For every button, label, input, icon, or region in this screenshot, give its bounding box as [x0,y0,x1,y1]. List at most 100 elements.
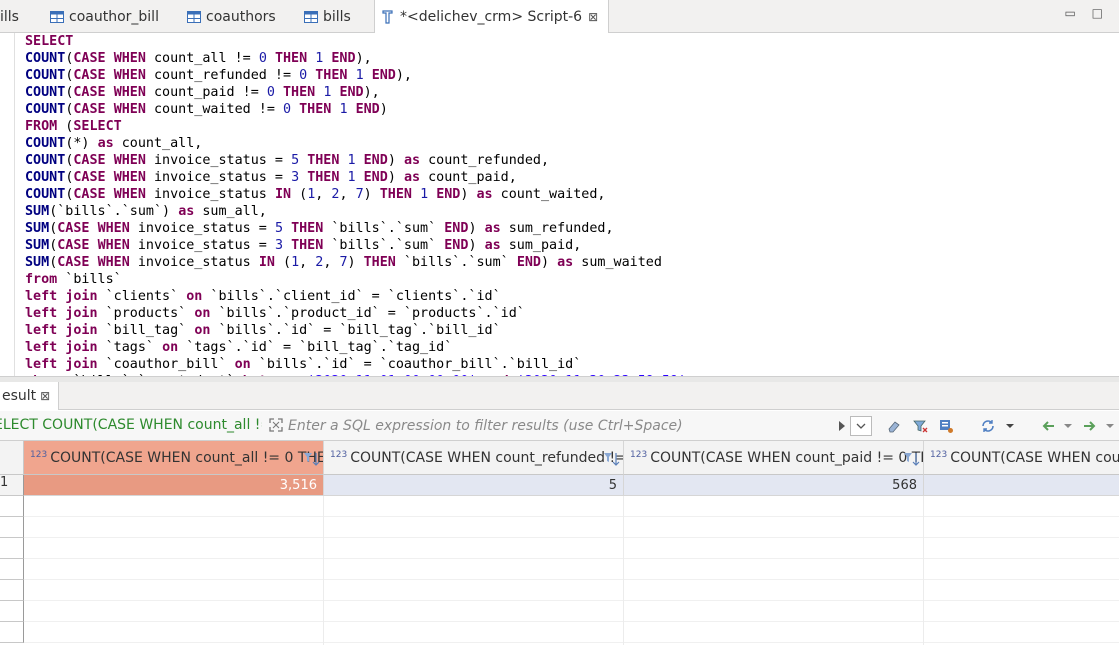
sql-code-line: COUNT(CASE WHEN invoice_status = 3 THEN … [25,170,517,185]
sort-filter-icon[interactable] [603,452,621,466]
table-row [24,538,1119,559]
eraser-icon[interactable] [886,418,902,434]
editor-gutter-ruler [14,33,15,376]
result-tab-bar: esult ⊠ [0,382,1119,410]
grid-corner[interactable] [0,441,24,475]
row-number[interactable] [0,517,24,538]
forward-arrow-icon[interactable] [1082,418,1098,434]
table-row [24,622,1119,643]
tab-bills-partial[interactable]: ills [0,0,19,33]
sql-script-icon [382,10,393,24]
sql-code-line: left join `clients` on `bills`.`client_i… [25,289,501,304]
row-number[interactable] [0,538,24,559]
sql-code-line: COUNT(*) as count_all, [25,136,203,151]
numeric-type-icon: 123 [30,449,48,460]
column-header-label: COUNT(CASE WHEN count_all != 0 THEN 1 EN… [50,449,323,466]
row-number[interactable] [0,580,24,601]
expand-icon[interactable] [268,417,284,433]
row-number-label: 1 [0,475,9,490]
column-divider [323,496,324,645]
result-grid: 123 COUNT(CASE WHEN count_all != 0 THEN … [0,441,1119,645]
close-icon[interactable]: ⊠ [40,389,50,403]
table-cell[interactable]: 5 [324,475,624,496]
table-cell[interactable]: 568 [624,475,924,496]
table-icon [50,10,64,23]
chevron-down-icon[interactable] [1104,418,1116,434]
row-number[interactable]: 1 [0,475,24,496]
tab-script-6[interactable]: *<delichev_crm> Script-6 ⊠ [374,0,610,34]
sql-code-line: COUNT(CASE WHEN invoice_status = 5 THEN … [25,153,550,168]
sql-code-line: FROM (SELECT [25,119,122,134]
editor-tab-bar: ills coauthor_bill coauthors bills *<del… [0,0,1119,34]
table-row [24,517,1119,538]
sql-code-line: SUM(CASE WHEN invoice_status = 5 THEN `b… [25,221,614,236]
column-header[interactable]: 123 COUNT(CASE WHEN count_waited != 0 TH… [924,441,1119,475]
play-icon[interactable] [834,418,850,434]
sql-code-line: COUNT(CASE WHEN count_refunded != 0 THEN… [25,68,412,83]
sql-code-line: SELECT [25,34,74,49]
sql-code-line: left join `coauthor_bill` on `bills`.`id… [25,357,582,372]
table-cell[interactable]: 3,516 [24,475,324,496]
filter-history-dropdown[interactable] [850,416,872,436]
sql-code-line: COUNT(CASE WHEN count_paid != 0 THEN 1 E… [25,85,380,100]
tab-label: *<delichev_crm> Script-6 [400,9,583,25]
sql-code-line: COUNT(CASE WHEN invoice_status IN (1, 2,… [25,187,606,202]
sql-code[interactable]: SELECT COUNT(CASE WHEN count_all != 0 THE… [25,33,686,376]
back-arrow-icon[interactable] [1040,418,1056,434]
filter-settings-icon[interactable] [938,418,954,434]
column-header[interactable]: 123 COUNT(CASE WHEN count_paid != 0 THEN… [624,441,924,475]
tab-coauthor-bill[interactable]: coauthor_bill [50,0,159,33]
column-header-label: COUNT(CASE WHEN count_waited != 0 THEN 1… [950,449,1119,466]
column-header[interactable]: 123 COUNT(CASE WHEN count_refunded != 0 … [324,441,624,475]
chevron-down-icon[interactable] [1004,418,1016,434]
result-tab-label: esult [2,388,37,404]
sort-filter-icon[interactable] [903,452,921,466]
numeric-type-icon: 123 [930,449,948,460]
refresh-icon[interactable] [980,418,996,434]
tab-coauthors[interactable]: coauthors [187,0,276,33]
sql-code-line: COUNT(CASE WHEN count_all != 0 THEN 1 EN… [25,51,372,66]
column-header-label: COUNT(CASE WHEN count_paid != 0 THEN 1 E… [650,449,923,466]
tab-label: bills [323,8,351,25]
table-row [24,580,1119,601]
chevron-down-icon [856,423,866,429]
sql-code-line: left join `tags` on `tags`.`id` = `bill_… [25,340,453,355]
tab-label: coauthor_bill [69,8,159,25]
row-number[interactable] [0,601,24,622]
sql-code-line: SUM(CASE WHEN invoice_status IN (1, 2, 7… [25,255,662,270]
numeric-type-icon: 123 [330,449,348,460]
sql-code-line: left join `bill_tag` on `bills`.`id` = `… [25,323,501,338]
tab-bills[interactable]: bills [304,0,351,33]
filter-clear-icon[interactable] [912,418,928,434]
sql-code-line: COUNT(CASE WHEN count_waited != 0 THEN 1… [25,102,388,117]
column-divider [923,496,924,645]
editor-gutter [0,33,14,376]
tab-result[interactable]: esult ⊠ [0,382,60,410]
tab-label: coauthors [206,8,276,25]
column-header-label: COUNT(CASE WHEN count_refunded != 0 THEN… [350,449,623,466]
result-filter-bar: ELECT COUNT(CASE WHEN count_all != 0 Ent… [0,411,1119,441]
sort-filter-icon[interactable] [303,452,321,466]
table-icon [187,10,201,23]
column-header[interactable]: 123 COUNT(CASE WHEN count_all != 0 THEN … [24,441,324,475]
table-icon [304,10,318,23]
row-number[interactable] [0,496,24,517]
sql-code-line: left join `products` on `bills`.`product… [25,306,525,321]
sql-code-line: SUM(`bills`.`sum`) as sum_all, [25,204,267,219]
sql-code-line: from `bills` [25,272,122,287]
window-controls[interactable]: ▭ □ [1065,6,1110,20]
table-row [24,559,1119,580]
tab-label: ills [0,8,19,25]
numeric-type-icon: 123 [630,449,648,460]
chevron-down-icon[interactable] [1062,418,1074,434]
table-cell[interactable] [924,475,1119,496]
column-divider [623,496,624,645]
close-icon[interactable]: ⊠ [588,10,598,24]
query-text-label: ELECT COUNT(CASE WHEN count_all != 0 [0,417,262,433]
row-number[interactable] [0,559,24,580]
row-number[interactable] [0,622,24,643]
filter-input[interactable]: Enter a SQL expression to filter results… [288,415,828,437]
table-row [24,496,1119,517]
table-row [24,601,1119,622]
sql-editor[interactable]: SELECT COUNT(CASE WHEN count_all != 0 THE… [0,33,1119,376]
